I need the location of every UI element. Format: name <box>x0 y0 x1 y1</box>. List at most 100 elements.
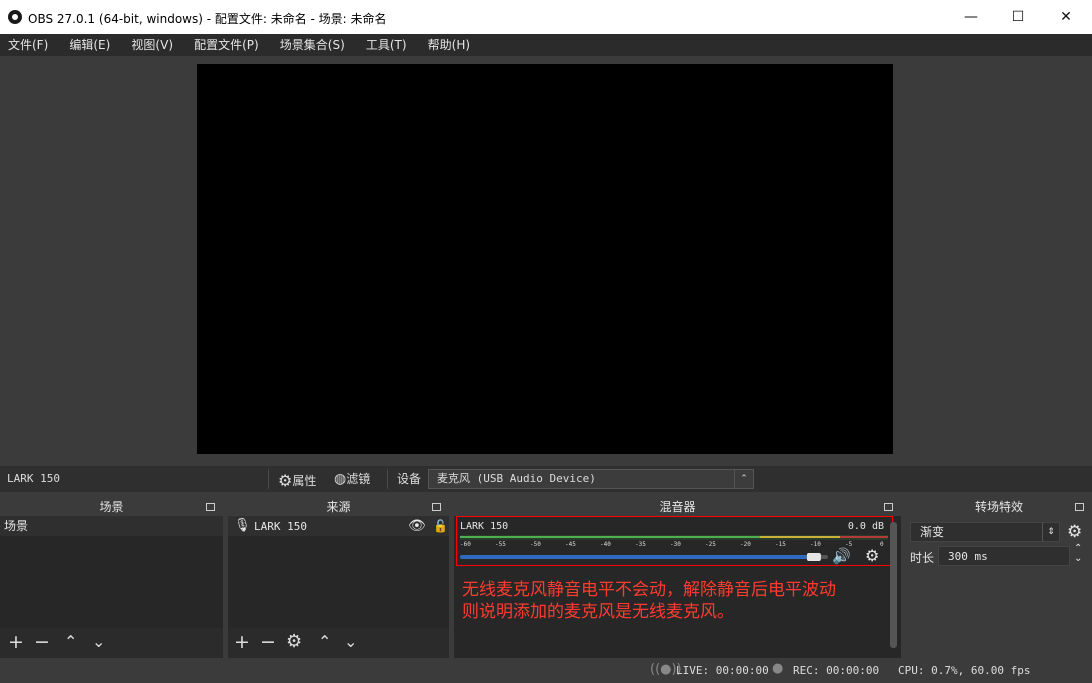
transitions-body: 渐变 ⇕ ⚙ 时长 300 ms ⌃ ⌄ <box>906 516 1092 658</box>
transitions-dock-header: 转场特效 <box>906 498 1092 516</box>
filters-button[interactable]: ◍滤镜 <box>334 470 370 487</box>
audio-mixer-dock: 混音器 LARK 150 0.0 dB -60 -55 -50 -45 -40 -35 -3… <box>454 498 901 658</box>
obs-logo-icon <box>8 10 22 24</box>
undock-icon[interactable] <box>432 503 441 511</box>
meter-scale-tick: -35 <box>635 541 646 548</box>
mixer-channel-name: LARK 150 <box>460 521 509 532</box>
undock-icon[interactable] <box>1075 503 1084 511</box>
meter-scale-tick: -50 <box>530 541 541 548</box>
maximize-button[interactable]: ☐ <box>995 0 1041 34</box>
volume-slider[interactable] <box>460 553 828 561</box>
sources-dock: 来源 🎙 LARK 150 👁 🔓 + − ⚙ ⌃ ⌄ <box>228 498 449 658</box>
record-dot-icon: ● <box>772 661 784 676</box>
transition-select-value: 渐变 <box>920 525 945 539</box>
duration-input-value: 300 ms <box>948 550 988 563</box>
properties-label: 属性 <box>292 474 317 488</box>
visibility-eye-icon[interactable]: 👁 <box>408 516 426 536</box>
preview-canvas[interactable] <box>197 64 893 454</box>
menu-file[interactable]: 文件(F) <box>0 34 56 56</box>
scenes-dock: 场景 场景 + − ⌃ ⌄ <box>0 498 223 658</box>
close-button[interactable]: ✕ <box>1043 0 1089 34</box>
sources-toolbar: + − ⚙ ⌃ ⌄ <box>228 628 449 658</box>
updown-arrow-icon: ⇕ <box>1042 523 1059 541</box>
meter-scale-tick: -30 <box>670 541 681 548</box>
scenes-dock-title: 场景 <box>99 500 124 514</box>
meter-scale-tick: -60 <box>460 541 471 548</box>
selected-source-name: LARK 150 <box>7 472 60 485</box>
menu-view[interactable]: 视图(V) <box>123 34 181 56</box>
source-properties-gear-icon[interactable]: ⚙ <box>286 632 302 652</box>
menu-scene-collection[interactable]: 场景集合(S) <box>272 34 353 56</box>
sources-list: 🎙 LARK 150 👁 🔓 <box>228 516 449 628</box>
meter-scale-tick: -15 <box>775 541 786 548</box>
rec-timer: REC: 00:00:00 <box>793 664 880 677</box>
menu-bar: 文件(F) 编辑(E) 视图(V) 配置文件(P) 场景集合(S) 工具(T) … <box>0 34 1092 56</box>
remove-scene-button[interactable]: − <box>34 632 50 652</box>
sources-dock-title: 来源 <box>326 500 351 514</box>
minimize-button[interactable]: — <box>948 0 994 34</box>
menu-tools[interactable]: 工具(T) <box>358 34 415 56</box>
mixer-channel-highlight: LARK 150 0.0 dB -60 -55 -50 -45 -40 -35 -30 -25… <box>456 516 893 566</box>
title-bar: OBS 27.0.1 (64-bit, windows) - 配置文件: 未命名… <box>0 0 1092 34</box>
meter-scale-tick: -40 <box>600 541 611 548</box>
scenes-dock-header: 场景 <box>0 498 223 516</box>
add-scene-button[interactable]: + <box>8 632 24 652</box>
mixer-scrollbar[interactable] <box>890 522 897 648</box>
status-bar: ((●)) LIVE: 00:00:00 ● REC: 00:00:00 CPU… <box>0 658 1092 683</box>
menu-help[interactable]: 帮助(H) <box>420 34 478 56</box>
mixer-body: LARK 150 0.0 dB -60 -55 -50 -45 -40 -35 -30 -25… <box>454 516 901 658</box>
move-scene-up-button[interactable]: ⌃ <box>64 632 77 652</box>
meter-scale-tick: -25 <box>705 541 716 548</box>
undock-icon[interactable] <box>884 503 893 511</box>
source-item[interactable]: 🎙 LARK 150 👁 🔓 <box>228 516 449 536</box>
meter-scale-tick: -55 <box>495 541 506 548</box>
move-source-down-button[interactable]: ⌄ <box>344 632 357 652</box>
cpu-fps-readout: CPU: 0.7%, 60.00 fps <box>898 664 1031 677</box>
gear-icon: ⚙ <box>278 471 293 490</box>
scene-item[interactable]: 场景 <box>0 516 223 536</box>
add-source-button[interactable]: + <box>234 632 250 652</box>
undock-icon[interactable] <box>206 503 215 511</box>
menu-edit[interactable]: 编辑(E) <box>61 34 118 56</box>
source-item-label: LARK 150 <box>254 520 307 533</box>
annotation-text: 无线麦克风静音电平不会动，解除静音后电平波动 则说明添加的麦克风是无线麦克风。 <box>454 579 836 623</box>
mixer-settings-gear-icon[interactable]: ⚙ <box>865 546 879 565</box>
device-select[interactable]: 麦克风 (USB Audio Device) ⌃ <box>428 469 754 489</box>
meter-scale-tick: 0 <box>880 541 884 548</box>
toolbar-divider <box>387 469 388 489</box>
menu-profile[interactable]: 配置文件(P) <box>186 34 267 56</box>
transition-settings-gear-icon[interactable]: ⚙ <box>1067 522 1082 542</box>
transitions-dock: 转场特效 渐变 ⇕ ⚙ 时长 300 ms ⌃ ⌄ <box>906 498 1092 658</box>
annotation-line-2: 则说明添加的麦克风是无线麦克风。 <box>462 602 734 622</box>
scenes-list: 场景 <box>0 516 223 628</box>
source-toolbar: LARK 150 ⚙属性 ◍滤镜 设备 麦克风 (USB Audio Devic… <box>0 466 1092 492</box>
scenes-toolbar: + − ⌃ ⌄ <box>0 628 223 658</box>
device-label: 设备 <box>397 472 422 486</box>
mixer-db-readout: 0.0 dB <box>847 521 884 532</box>
move-source-up-button[interactable]: ⌃ <box>318 632 331 652</box>
transition-select[interactable]: 渐变 ⇕ <box>910 522 1060 542</box>
toolbar-divider <box>268 469 269 489</box>
window-title: OBS 27.0.1 (64-bit, windows) - 配置文件: 未命名… <box>28 12 387 26</box>
filters-label: 滤镜 <box>346 472 371 486</box>
move-scene-down-button[interactable]: ⌄ <box>92 632 105 652</box>
duration-input[interactable]: 300 ms <box>938 546 1070 566</box>
duration-label: 时长 <box>910 551 935 565</box>
filter-icon: ◍ <box>334 471 347 487</box>
live-timer: LIVE: 00:00:00 <box>676 664 769 677</box>
lock-icon[interactable]: 🔓 <box>433 516 448 536</box>
mixer-dock-title: 混音器 <box>659 500 696 514</box>
meter-scale-tick: -20 <box>740 541 751 548</box>
device-select-value: 麦克风 (USB Audio Device) <box>437 472 596 485</box>
annotation-line-1: 无线麦克风静音电平不会动，解除静音后电平波动 <box>462 580 836 600</box>
meter-scale-tick: -45 <box>565 541 576 548</box>
properties-button[interactable]: ⚙属性 <box>278 470 317 490</box>
volume-speaker-icon[interactable]: 🔊 <box>832 547 851 565</box>
meter-scale-tick: -10 <box>810 541 821 548</box>
sources-dock-header: 来源 <box>228 498 449 516</box>
remove-source-button[interactable]: − <box>260 632 276 652</box>
microphone-icon: 🎙 <box>234 518 251 533</box>
duration-spin-buttons[interactable]: ⌃ ⌄ <box>1074 544 1082 564</box>
mixer-dock-header: 混音器 <box>454 498 901 516</box>
updown-arrow-icon: ⌃ <box>734 470 753 488</box>
